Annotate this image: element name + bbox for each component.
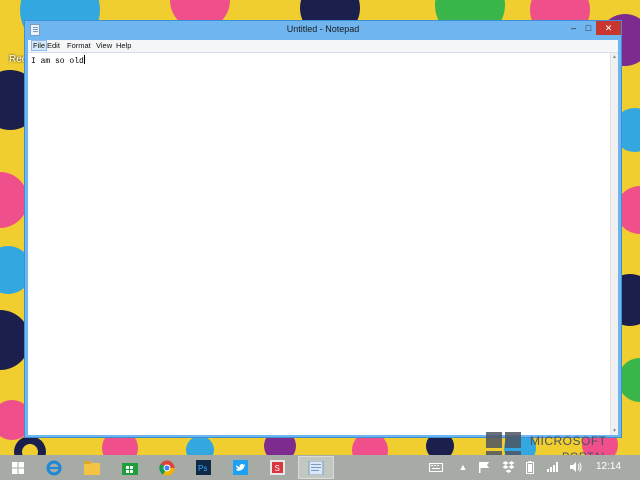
sway-icon[interactable]: S <box>268 458 287 477</box>
chrome-icon[interactable] <box>157 458 176 477</box>
signal-icon[interactable] <box>545 460 561 474</box>
ie-icon[interactable] <box>44 458 63 477</box>
text-caret <box>83 55 85 64</box>
photoshop-icon[interactable]: Ps <box>194 458 213 477</box>
vertical-scrollbar[interactable]: ▲ ▼ <box>610 53 618 435</box>
file-explorer-icon[interactable] <box>82 458 101 477</box>
battery-icon[interactable] <box>522 460 538 474</box>
editor-text: I am so old <box>31 57 84 66</box>
window-title: Untitled - Notepad <box>286 24 360 34</box>
watermark-line1: MICROSOFT <box>530 434 607 448</box>
keyboard-icon[interactable] <box>428 460 444 474</box>
svg-text:S: S <box>275 464 280 473</box>
notepad-taskbar-icon <box>308 460 324 475</box>
scroll-up-icon[interactable]: ▲ <box>611 54 618 60</box>
minimize-button[interactable]: – <box>566 21 581 35</box>
maximize-button[interactable]: □ <box>581 21 596 35</box>
menu-help[interactable]: Help <box>116 41 131 50</box>
text-editor[interactable]: I am so old ▲ ▼ <box>28 52 618 435</box>
clock[interactable]: 12:14 <box>596 461 621 472</box>
menu-file[interactable]: File <box>31 40 48 51</box>
svg-text:Ps: Ps <box>198 464 207 473</box>
menu-edit[interactable]: Edit <box>47 41 60 50</box>
show-hidden-icon[interactable]: ▲ <box>457 460 469 474</box>
taskbar-notepad-button[interactable] <box>298 456 334 479</box>
dropbox-icon[interactable] <box>500 460 516 474</box>
volume-icon[interactable] <box>568 460 584 474</box>
twitter-icon[interactable] <box>231 458 250 477</box>
flag-icon[interactable] <box>477 460 491 474</box>
taskbar: Ps S ▲ 12:14 <box>0 455 640 480</box>
notepad-window: Untitled - Notepad – □ ✕ File Edit Forma… <box>24 20 622 438</box>
title-bar[interactable]: Untitled - Notepad – □ ✕ <box>25 21 621 40</box>
start-icon[interactable] <box>8 458 27 477</box>
menu-bar: File Edit Format View Help <box>28 40 618 52</box>
store-icon[interactable] <box>120 458 139 477</box>
menu-format[interactable]: Format <box>67 41 91 50</box>
menu-view[interactable]: View <box>96 41 112 50</box>
close-button[interactable]: ✕ <box>596 21 621 35</box>
